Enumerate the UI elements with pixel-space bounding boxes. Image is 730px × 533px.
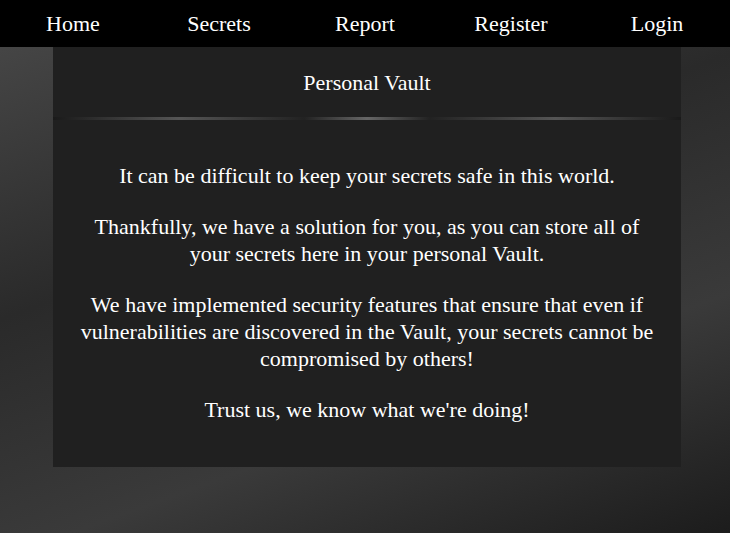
vault-panel: Personal Vault It can be difficult to kee… xyxy=(53,47,681,467)
panel-paragraph: Thankfully, we have a solution for you, … xyxy=(73,213,661,267)
page: HomeSecretsReportRegisterLoginPersonal V… xyxy=(0,0,730,533)
panel-separator xyxy=(53,117,681,120)
nav-bar: HomeSecretsReportRegisterLogin xyxy=(0,0,730,47)
nav-link[interactable]: Home xyxy=(0,0,146,47)
nav-link[interactable]: Report xyxy=(292,0,438,47)
panel-body: It can be difficult to keep your secrets… xyxy=(53,120,681,467)
panel-paragraph: We have implemented security features th… xyxy=(73,291,661,372)
nav-link[interactable]: Register xyxy=(438,0,584,47)
panel-paragraph: It can be difficult to keep your secrets… xyxy=(73,162,661,189)
panel-header: Personal Vault xyxy=(53,47,681,117)
panel-paragraph: Trust us, we know what we're doing! xyxy=(73,396,661,423)
nav-link[interactable]: Secrets xyxy=(146,0,292,47)
nav-link[interactable]: Login xyxy=(584,0,730,47)
